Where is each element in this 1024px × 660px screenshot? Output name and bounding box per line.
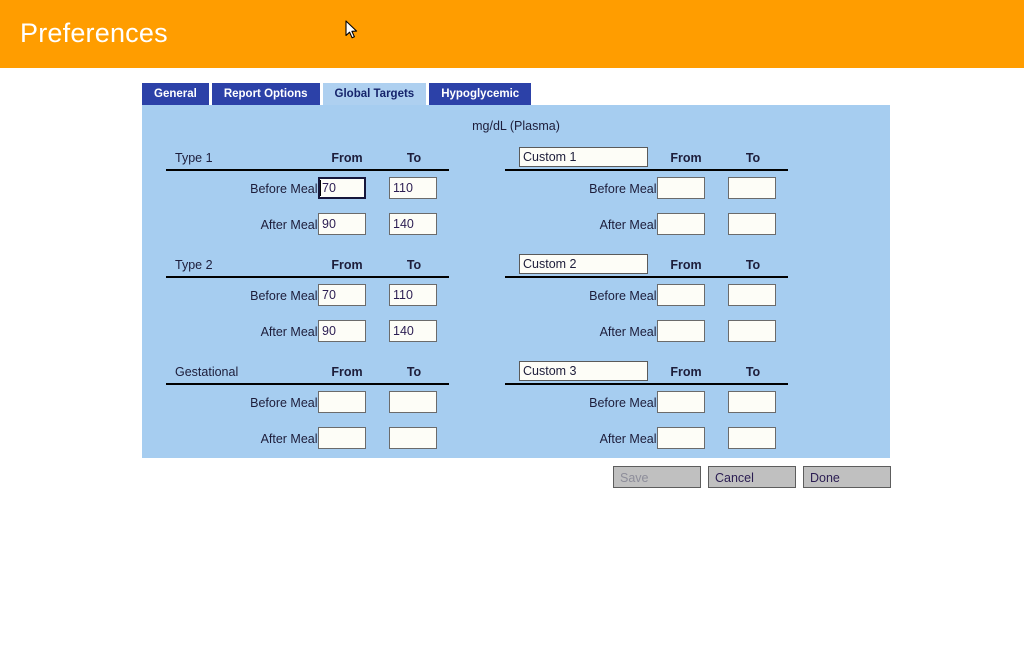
- group-header: Type 2 From To: [166, 256, 449, 278]
- column-header-to: To: [745, 258, 761, 272]
- target-row: After Meal:: [505, 213, 788, 243]
- group-header: From To: [505, 361, 788, 385]
- column-header-to: To: [745, 151, 761, 165]
- to-input-custom1-1[interactable]: [728, 213, 776, 235]
- to-input-type1-1[interactable]: [389, 213, 437, 235]
- group-title-input-custom3[interactable]: [519, 361, 648, 381]
- target-row: Before Meal:: [166, 391, 449, 421]
- to-input-custom2-0[interactable]: [728, 284, 776, 306]
- to-input-type2-0[interactable]: [389, 284, 437, 306]
- row-label: After Meal:: [260, 432, 321, 446]
- target-row: Before Meal:: [505, 284, 788, 314]
- target-row: After Meal:: [505, 320, 788, 350]
- row-label: After Meal:: [599, 432, 660, 446]
- from-input-custom2-0[interactable]: [657, 284, 705, 306]
- row-label: After Meal:: [599, 325, 660, 339]
- column-header-to: To: [406, 258, 422, 272]
- column-header-from: From: [331, 258, 363, 272]
- cancel-button[interactable]: Cancel: [708, 466, 796, 488]
- from-input-custom2-1[interactable]: [657, 320, 705, 342]
- to-input-gestational-0[interactable]: [389, 391, 437, 413]
- to-input-gestational-1[interactable]: [389, 427, 437, 449]
- action-button-bar: Save Cancel Done: [613, 466, 891, 488]
- row-label: Before Meal:: [250, 396, 321, 410]
- column-header-from: From: [670, 258, 702, 272]
- preferences-window: Preferences General Report Options Global …: [0, 0, 1024, 660]
- row-label: After Meal:: [599, 218, 660, 232]
- target-row: Before Meal:: [166, 284, 449, 314]
- target-row: Before Meal:: [166, 177, 449, 207]
- group-title-gestational: Gestational: [175, 365, 239, 379]
- page-title: Preferences: [20, 18, 168, 48]
- column-header-from: From: [670, 365, 702, 379]
- tab-global-targets[interactable]: Global Targets: [322, 83, 427, 105]
- row-label: After Meal:: [260, 218, 321, 232]
- to-input-custom3-0[interactable]: [728, 391, 776, 413]
- group-title-type1: Type 1: [175, 151, 213, 165]
- text-caret: [320, 180, 321, 196]
- from-input-gestational-1[interactable]: [318, 427, 366, 449]
- target-row: After Meal:: [505, 427, 788, 457]
- column-header-from: From: [331, 365, 363, 379]
- row-label: Before Meal:: [589, 182, 660, 196]
- target-group-custom2: From To Before Meal: After Meal:: [505, 254, 788, 350]
- from-input-type1-1[interactable]: [318, 213, 366, 235]
- target-row: After Meal:: [166, 213, 449, 243]
- to-input-custom1-0[interactable]: [728, 177, 776, 199]
- tab-general[interactable]: General: [142, 83, 209, 105]
- tab-hypoglycemic[interactable]: Hypoglycemic: [429, 83, 532, 105]
- to-input-custom2-1[interactable]: [728, 320, 776, 342]
- target-row: After Meal:: [166, 320, 449, 350]
- row-label: Before Meal:: [250, 289, 321, 303]
- done-button[interactable]: Done: [803, 466, 891, 488]
- target-group-gestational: Gestational From To Before Meal: After Meal:: [166, 363, 449, 457]
- row-label: Before Meal:: [589, 289, 660, 303]
- column-header-from: From: [670, 151, 702, 165]
- group-header: Gestational From To: [166, 363, 449, 385]
- from-input-custom1-0[interactable]: [657, 177, 705, 199]
- target-row: Before Meal:: [505, 177, 788, 207]
- column-header-from: From: [331, 151, 363, 165]
- group-title-type2: Type 2: [175, 258, 213, 272]
- units-label: mg/dL (Plasma): [472, 119, 560, 133]
- row-label: Before Meal:: [250, 182, 321, 196]
- window-header: Preferences: [0, 0, 1024, 68]
- target-row: After Meal:: [166, 427, 449, 457]
- to-input-type2-1[interactable]: [389, 320, 437, 342]
- from-input-type2-1[interactable]: [318, 320, 366, 342]
- to-input-type1-0[interactable]: [389, 177, 437, 199]
- group-header: From To: [505, 147, 788, 171]
- to-input-custom3-1[interactable]: [728, 427, 776, 449]
- target-group-type1: Type 1 From To Before Meal: After Meal:: [166, 149, 449, 243]
- target-group-type2: Type 2 From To Before Meal: After Meal:: [166, 256, 449, 350]
- from-input-gestational-0[interactable]: [318, 391, 366, 413]
- row-label: Before Meal:: [589, 396, 660, 410]
- target-row: Before Meal:: [505, 391, 788, 421]
- group-header: From To: [505, 254, 788, 278]
- column-header-to: To: [406, 365, 422, 379]
- from-input-custom3-1[interactable]: [657, 427, 705, 449]
- group-title-input-custom1[interactable]: [519, 147, 648, 167]
- group-title-input-custom2[interactable]: [519, 254, 648, 274]
- group-header: Type 1 From To: [166, 149, 449, 171]
- from-input-type1-0[interactable]: [318, 177, 366, 199]
- from-input-custom1-1[interactable]: [657, 213, 705, 235]
- from-input-type2-0[interactable]: [318, 284, 366, 306]
- row-label: After Meal:: [260, 325, 321, 339]
- column-header-to: To: [406, 151, 422, 165]
- target-group-custom3: From To Before Meal: After Meal:: [505, 361, 788, 457]
- save-button: Save: [613, 466, 701, 488]
- tab-report-options[interactable]: Report Options: [211, 83, 320, 105]
- global-targets-panel: mg/dL (Plasma) Type 1 From To Before Meal: A…: [142, 105, 890, 458]
- tab-bar: General Report Options Global Targets Hypog…: [142, 83, 532, 105]
- target-group-custom1: From To Before Meal: After Meal:: [505, 147, 788, 243]
- column-header-to: To: [745, 365, 761, 379]
- from-input-custom3-0[interactable]: [657, 391, 705, 413]
